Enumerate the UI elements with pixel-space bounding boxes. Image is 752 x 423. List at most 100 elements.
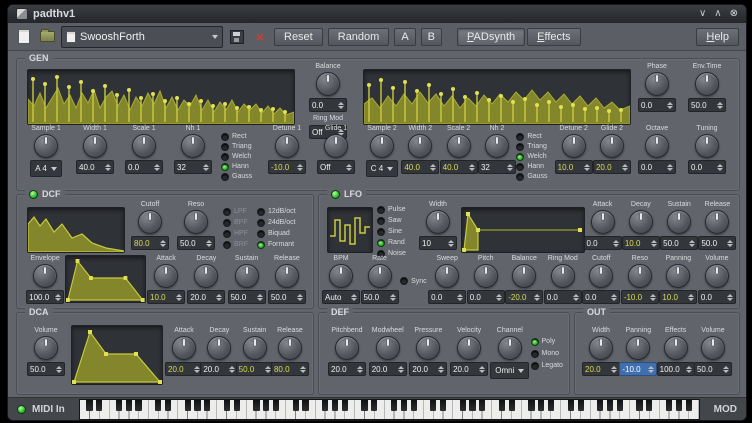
knob-dial[interactable]: [154, 264, 178, 288]
radio-option[interactable]: Mono: [531, 349, 563, 358]
keyboard-octave[interactable]: [561, 400, 630, 419]
knob-dial[interactable]: [275, 264, 299, 288]
knob-dial[interactable]: [316, 72, 340, 96]
radio-option[interactable]: Pulse: [377, 205, 406, 214]
knob-dial[interactable]: [589, 336, 613, 360]
bpm-knob[interactable]: BPM Auto: [323, 255, 359, 304]
keyboard-octave[interactable]: [217, 400, 286, 419]
knob-dial[interactable]: [408, 134, 432, 158]
knob-spinbox[interactable]: 0.0: [467, 290, 505, 304]
knob-cell[interactable]: Volume 0.0: [699, 255, 735, 304]
new-preset-button[interactable]: [15, 28, 33, 46]
knob-spinbox[interactable]: 50.0: [698, 236, 736, 250]
knob-spinbox[interactable]: 10.0: [659, 290, 697, 304]
keyboard-octave[interactable]: [424, 400, 493, 419]
knob-cell[interactable]: Release 80.0: [273, 327, 307, 376]
knob-dial[interactable]: [645, 72, 669, 96]
knob-spinbox[interactable]: 0.0: [125, 160, 163, 174]
knob-cell[interactable]: Attack 0.0: [585, 201, 620, 250]
spin-arrows-icon[interactable]: [194, 366, 200, 373]
knob-cell[interactable]: Attack 20.0: [167, 327, 201, 376]
spin-arrows-icon[interactable]: [727, 294, 733, 301]
knob-cell[interactable]: Sustain 50.0: [662, 201, 697, 250]
radio-option[interactable]: Triang: [516, 142, 554, 151]
knob-spinbox[interactable]: 40.0: [76, 160, 114, 174]
knob-dial[interactable]: [626, 336, 650, 360]
note-combo[interactable]: A 4: [30, 160, 62, 177]
knob-cell[interactable]: Glide 2 20.0: [593, 125, 631, 174]
spin-arrows-icon[interactable]: [469, 164, 475, 171]
knob-spinbox[interactable]: Auto: [322, 290, 360, 304]
knob-cell[interactable]: Ring Mod 0.0: [545, 255, 581, 304]
knob-dial[interactable]: [278, 336, 302, 360]
sample2-knob[interactable]: Sample 2 C 4: [363, 125, 401, 177]
knob-spinbox[interactable]: 50.0: [361, 290, 399, 304]
spin-arrows-icon[interactable]: [390, 294, 396, 301]
knob-cell[interactable]: Cutoff 0.0: [583, 255, 619, 304]
spin-arrows-icon[interactable]: [727, 240, 733, 247]
knob-dial[interactable]: [498, 336, 522, 360]
knob-cell[interactable]: Detune 2 10.0: [555, 125, 593, 174]
spin-arrows-icon[interactable]: [573, 294, 579, 301]
knob-dial[interactable]: [235, 264, 259, 288]
knob-spinbox[interactable]: 40.0: [401, 160, 439, 174]
knob-spinbox[interactable]: 40.0: [440, 160, 478, 174]
knob-dial[interactable]: [132, 134, 156, 158]
knob-cell[interactable]: Tuning 0.0: [686, 125, 728, 174]
knob-dial[interactable]: [705, 210, 729, 234]
knob-spinbox[interactable]: Off: [317, 160, 355, 174]
spin-arrows-icon[interactable]: [216, 294, 222, 301]
dca-envelope-display[interactable]: [71, 325, 163, 385]
close-button[interactable]: ⊗: [730, 9, 738, 19]
spin-arrows-icon[interactable]: [686, 366, 692, 373]
tab[interactable]: PADsynth: [457, 28, 525, 46]
radio-option[interactable]: Sine: [377, 227, 406, 236]
spin-arrows-icon[interactable]: [648, 366, 654, 373]
spin-arrows-icon[interactable]: [688, 294, 694, 301]
knob-spinbox[interactable]: 10.0: [622, 236, 660, 250]
sample1-knob[interactable]: Sample 1 A 4: [25, 125, 67, 177]
shade-button[interactable]: ∨: [699, 9, 706, 19]
spin-arrows-icon[interactable]: [430, 164, 436, 171]
radio-option[interactable]: Poly: [531, 337, 563, 346]
knob-spinbox[interactable]: 10.0: [555, 160, 593, 174]
spin-arrows-icon[interactable]: [448, 240, 454, 247]
reso-knob[interactable]: Reso 50.0: [175, 201, 217, 250]
radio-option[interactable]: Saw: [377, 216, 406, 225]
knob-dial[interactable]: [667, 210, 691, 234]
spin-arrows-icon[interactable]: [297, 164, 303, 171]
knob-dial[interactable]: [329, 264, 353, 288]
knob-dial[interactable]: [629, 210, 653, 234]
knob-cell[interactable]: Modwheel 20.0: [368, 327, 408, 376]
spin-arrows-icon[interactable]: [611, 366, 617, 373]
knob-cell[interactable]: Scale 2 40.0: [440, 125, 478, 174]
knob-cell[interactable]: Decay 20.0: [202, 327, 236, 376]
radio-option[interactable]: Formant: [257, 240, 296, 249]
lfo-width-knob[interactable]: Width 10: [417, 201, 459, 250]
knob-spinbox[interactable]: 0.0: [638, 160, 676, 174]
knob-cell[interactable]: Detune 1 -10.0: [266, 125, 308, 174]
knob-cell[interactable]: Decay 10.0: [623, 201, 658, 250]
knob-cell[interactable]: Phase 0.0: [636, 63, 678, 112]
spin-arrows-icon[interactable]: [667, 164, 673, 171]
knob-cell[interactable]: Width 2 40.0: [401, 125, 439, 174]
knob-spinbox[interactable]: 50.0: [660, 236, 698, 250]
knob-dial[interactable]: [695, 72, 719, 96]
knob-spinbox[interactable]: -10.0: [619, 362, 657, 376]
sync-checkbox[interactable]: Sync: [400, 277, 427, 285]
knob-spinbox[interactable]: 10: [419, 236, 457, 250]
radio-option[interactable]: Biquad: [257, 229, 296, 238]
spin-arrows-icon[interactable]: [689, 240, 695, 247]
knob-spinbox[interactable]: 50.0: [236, 362, 274, 376]
knob-spinbox[interactable]: 0.0: [582, 290, 620, 304]
knob-cell[interactable]: Glide 1 Off: [315, 125, 357, 174]
sample1-spectrum-display[interactable]: [27, 69, 295, 125]
knob-cell[interactable]: Width 20.0: [583, 327, 619, 376]
knob-cell[interactable]: Sweep 0.0: [429, 255, 465, 304]
knob-dial[interactable]: [426, 210, 450, 234]
knob-cell[interactable]: Attack 10.0: [146, 255, 186, 304]
spin-arrows-icon[interactable]: [338, 102, 344, 109]
spin-arrows-icon[interactable]: [265, 366, 271, 373]
titlebar[interactable]: padthv1 ∨ ∧ ⊗: [8, 5, 746, 23]
help-button[interactable]: Help: [696, 28, 739, 46]
